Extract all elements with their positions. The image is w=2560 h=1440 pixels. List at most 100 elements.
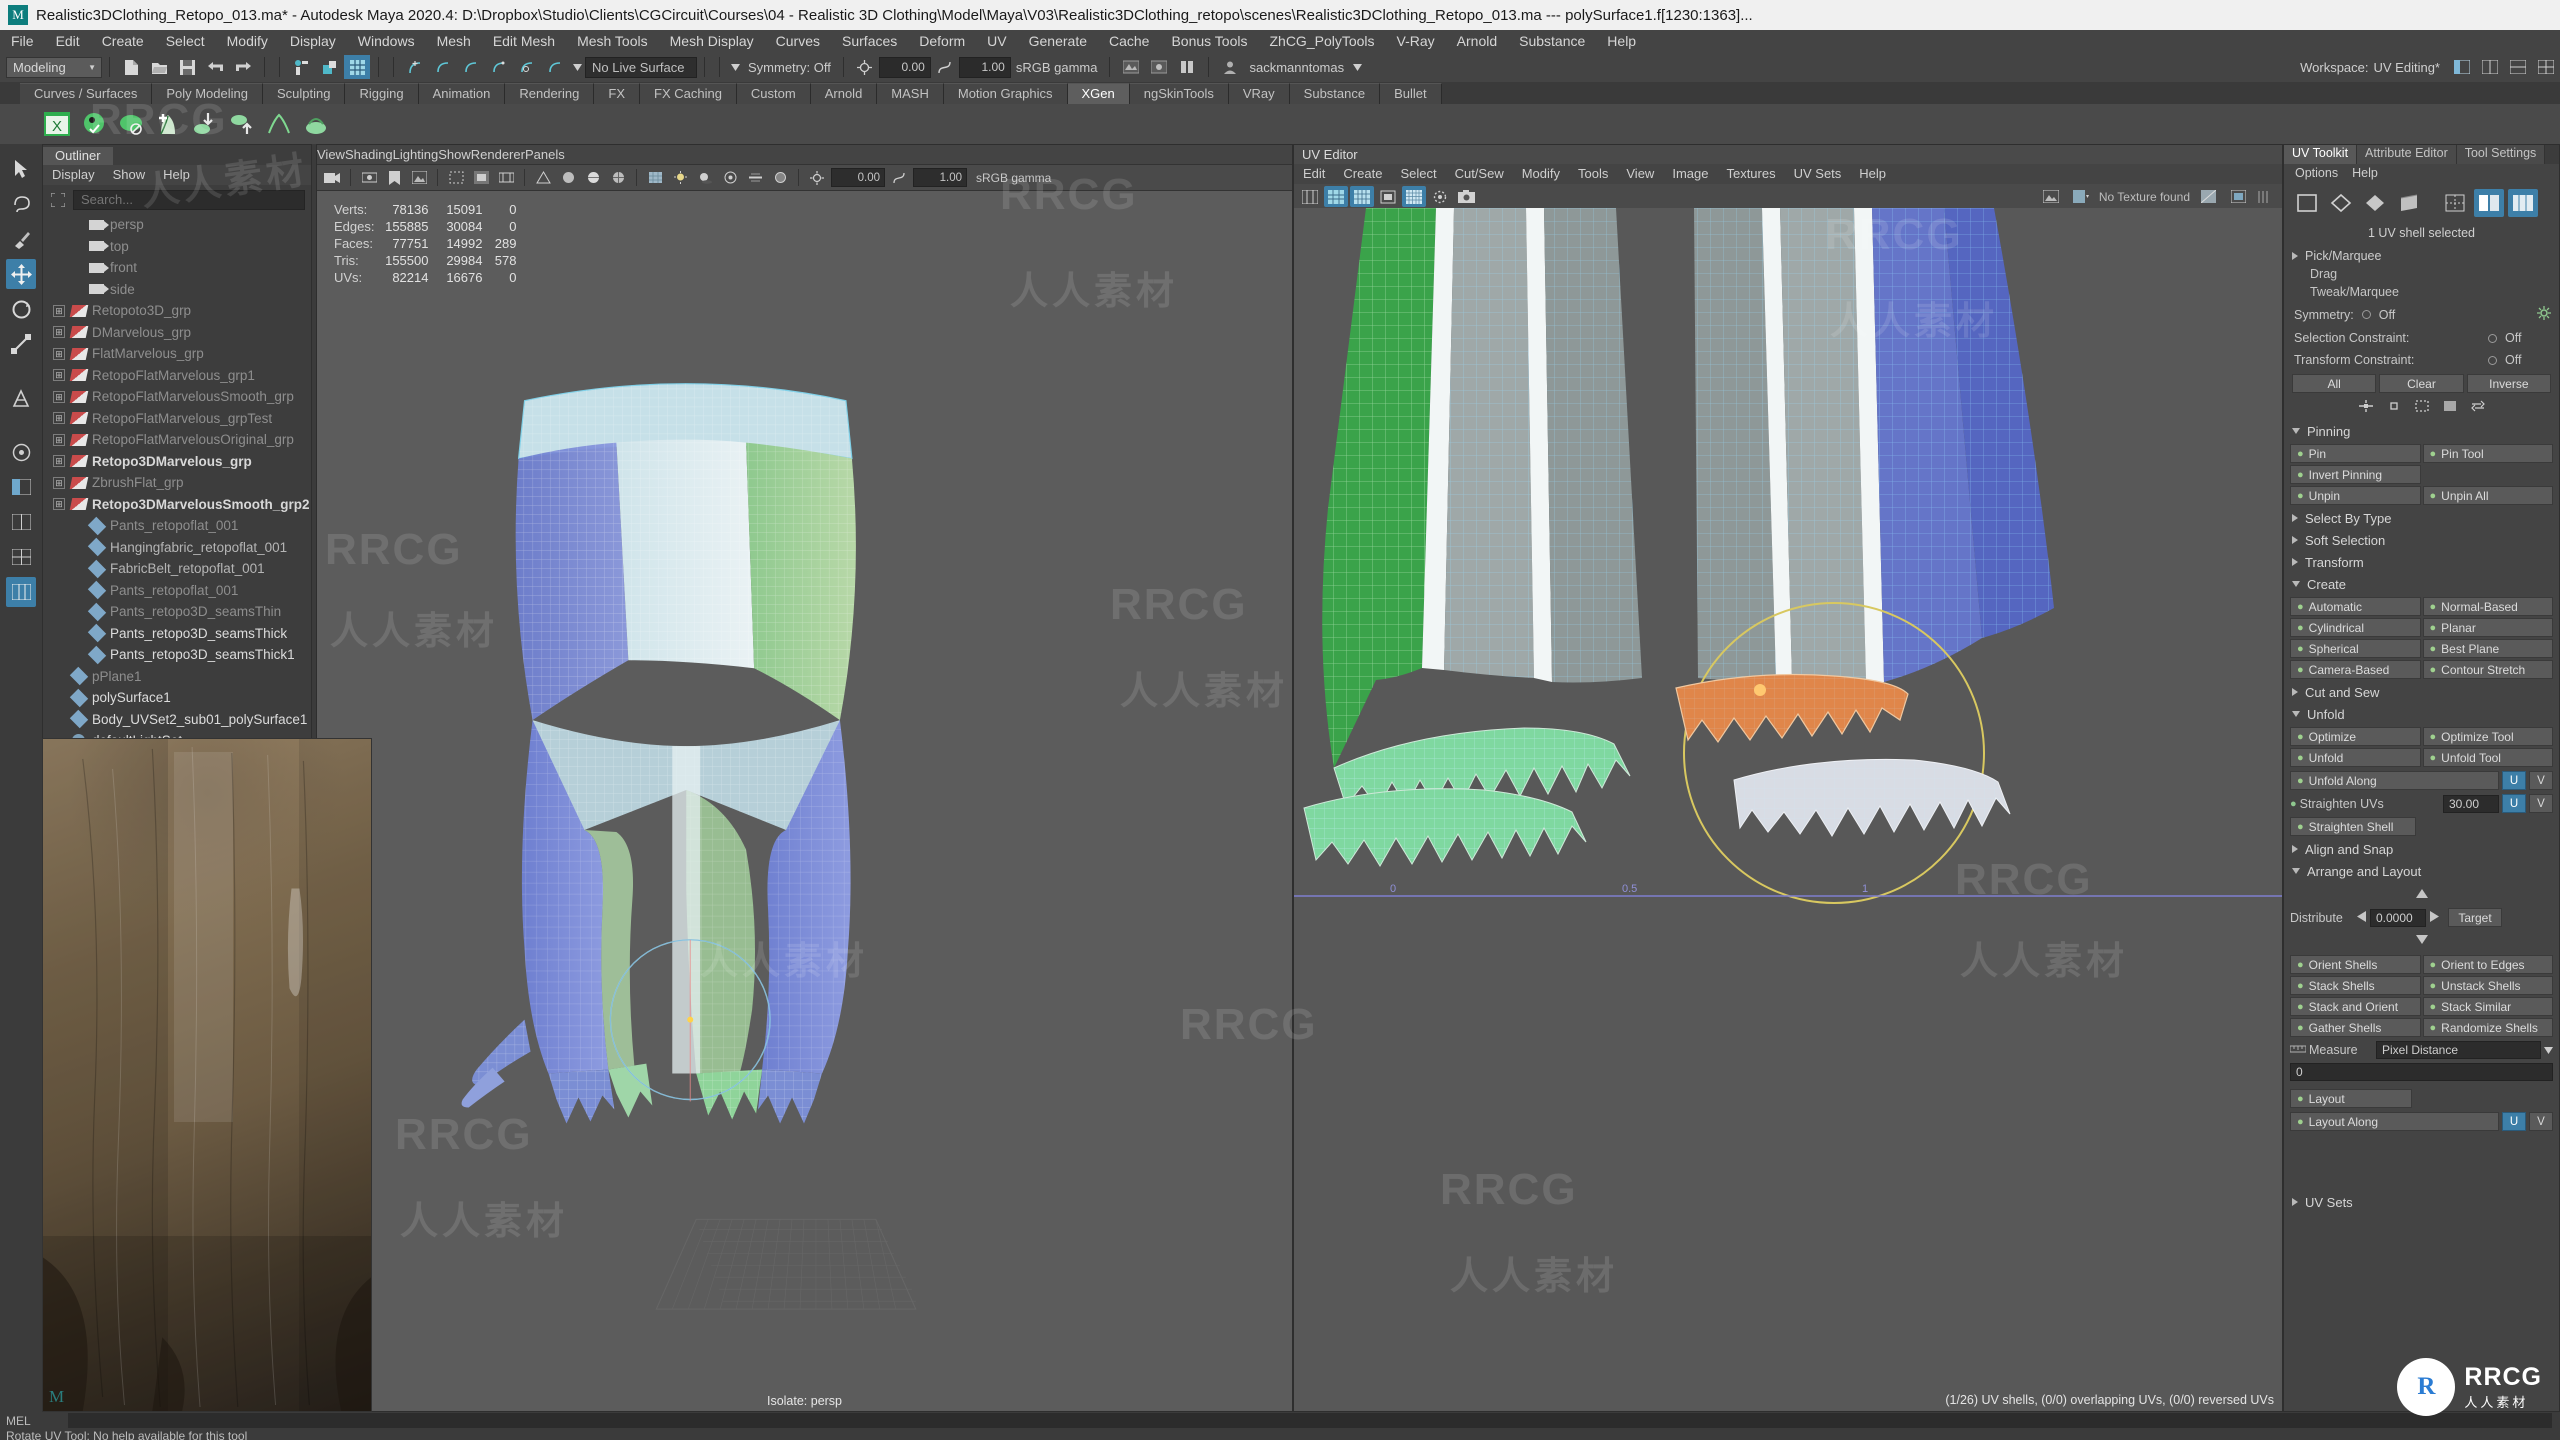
straighten-uvs-value[interactable]: 30.00 [2443, 794, 2499, 813]
uv-menu-modify[interactable]: Modify [1513, 164, 1569, 184]
bookmarks-icon[interactable] [383, 167, 405, 188]
shelf-tab-rigging[interactable]: Rigging [345, 83, 419, 104]
symmetry-chevron-icon[interactable] [728, 55, 742, 79]
search-filter-icon[interactable] [49, 191, 67, 209]
uv-toolkit-tab-attribute-editor[interactable]: Attribute Editor [2357, 145, 2457, 164]
menu-item-bonus-tools[interactable]: Bonus Tools [1160, 30, 1258, 52]
view-axis-icon[interactable] [6, 437, 36, 467]
distribute-value[interactable]: 0.0000 [2370, 908, 2426, 927]
unfold-along-u-button[interactable]: U [2502, 771, 2526, 790]
outliner-item[interactable]: ⊞ RetopoFlatMarvelous_grpTest [43, 408, 311, 430]
uv-sets-expand-icon[interactable] [2292, 1198, 2298, 1206]
normal-based-button[interactable]: ● Normal-Based [2422, 597, 2553, 616]
xgen-disable-icon[interactable] [116, 109, 146, 139]
uv-panel-resize-handle[interactable] [2256, 190, 2274, 204]
distribute-down-icon[interactable] [2415, 931, 2429, 949]
shelf-tab-custom[interactable]: Custom [736, 83, 811, 104]
stack-and-orient-button[interactable]: ● Stack and Orient [2290, 997, 2421, 1016]
pick-marquee-arrow-icon[interactable] [2292, 251, 2298, 260]
menu-item-edit[interactable]: Edit [45, 30, 91, 52]
viewport-menu-panels[interactable]: Panels [525, 147, 565, 162]
soft-selection-expand-icon[interactable] [2292, 536, 2298, 544]
viewport-canvas[interactable]: Verts: 78136 15091 0 Edges: 155885 30084 0 Faces… [317, 191, 1292, 1411]
shelf-tab-poly-modeling[interactable]: Poly Modeling [152, 83, 263, 104]
select-component-icon[interactable] [344, 55, 370, 79]
shelf-tab-fx-caching[interactable]: FX Caching [640, 83, 737, 104]
cut-and-sew-expand-icon[interactable] [2292, 688, 2298, 696]
unfold-button[interactable]: ● Unfold [2290, 748, 2421, 767]
shelf-tab-substance[interactable]: Substance [1289, 83, 1381, 104]
select-tool-icon[interactable] [6, 154, 36, 184]
shadows-icon[interactable] [694, 167, 716, 188]
smooth-shade-all-icon[interactable] [582, 167, 604, 188]
outliner-item[interactable]: Pants_retopoflat_001 [43, 515, 311, 537]
expand-toggle-icon[interactable]: ⊞ [53, 347, 65, 360]
select-object-icon[interactable] [316, 55, 342, 79]
shelf-tab-animation[interactable]: Animation [418, 83, 506, 104]
uv-toolkit-menu-help[interactable]: Help [2345, 166, 2385, 180]
xgen-preview-icon[interactable] [79, 109, 109, 139]
menu-item-curves[interactable]: Curves [765, 30, 831, 52]
uv-menu-uv-sets[interactable]: UV Sets [1785, 164, 1851, 184]
layout-button[interactable]: ● Layout [2290, 1089, 2412, 1108]
command-line-mel-label[interactable]: MEL [6, 1414, 60, 1428]
uv-grid-icon[interactable] [1402, 186, 1426, 207]
measure-number[interactable]: 0 [2290, 1063, 2553, 1081]
layout-two-icon[interactable] [6, 507, 36, 537]
uv-menu-tools[interactable]: Tools [1569, 164, 1617, 184]
convert-selection-icon[interactable] [2470, 399, 2485, 417]
camera-based-button[interactable]: ● Camera-Based [2290, 660, 2421, 679]
camera-attributes-icon[interactable] [358, 167, 380, 188]
uv-image-range-icon[interactable] [2039, 186, 2063, 207]
outliner-item[interactable]: pPlane1 [43, 666, 311, 688]
expand-toggle-icon[interactable]: ⊞ [53, 498, 65, 511]
outliner-item[interactable]: ⊞ Retopoto3D_grp [43, 300, 311, 322]
shelf-tab-vray[interactable]: VRay [1228, 83, 1290, 104]
xgen-export-icon[interactable] [190, 109, 220, 139]
snap-projectcenter-icon[interactable] [486, 55, 512, 79]
stack-similar-button[interactable]: ● Stack Similar [2422, 997, 2553, 1016]
render-settings-icon[interactable] [1174, 55, 1200, 79]
outliner-item[interactable]: Pants_retopo3D_seamsThick [43, 623, 311, 645]
move-tool-icon[interactable] [6, 259, 36, 289]
menu-item-mesh-tools[interactable]: Mesh Tools [566, 30, 659, 52]
command-line-input[interactable] [68, 1413, 2552, 1428]
xgen-guide-icon[interactable] [264, 109, 294, 139]
section-cut-and-sew[interactable]: Cut and Sew [2284, 681, 2559, 703]
open-scene-icon[interactable] [146, 55, 172, 79]
transform-constraint-radio-icon[interactable] [2488, 355, 2497, 365]
uv-mode-uv-icon[interactable] [2326, 189, 2356, 217]
uv-menu-textures[interactable]: Textures [1717, 164, 1784, 184]
symmetry-gear-icon[interactable] [2537, 306, 2551, 323]
unpin-button[interactable]: ● Unpin [2290, 486, 2421, 505]
expand-toggle-icon[interactable]: ⊞ [53, 455, 65, 468]
exposure-viewport-icon[interactable] [806, 167, 828, 188]
live-surface-field[interactable]: No Live Surface [585, 56, 697, 78]
straighten-u-button[interactable]: U [2502, 794, 2526, 813]
uv-shade-uvs-icon[interactable] [1350, 186, 1374, 207]
outliner-menu-help[interactable]: Help [154, 165, 199, 185]
uv-dim-images-icon[interactable] [2196, 186, 2220, 207]
make-live-icon[interactable] [542, 55, 568, 79]
xgen-spreadsheet-icon[interactable]: X [42, 109, 72, 139]
uv-menu-help[interactable]: Help [1850, 164, 1895, 184]
shelf-tab-ngskintools[interactable]: ngSkinTools [1129, 83, 1229, 104]
uv-shell-mode-icon[interactable] [2440, 189, 2470, 217]
viewport-gamma-value[interactable]: 1.00 [913, 168, 967, 187]
viewport-menu-lighting[interactable]: Lighting [393, 147, 439, 162]
transform-constraint-value[interactable]: Off [2505, 353, 2551, 367]
render-user-icon[interactable] [1217, 55, 1243, 79]
menu-item-zhcg-polytools[interactable]: ZhCG_PolyTools [1258, 30, 1385, 52]
workspace-panel-icon-3[interactable] [2505, 55, 2531, 79]
section-pinning[interactable]: Pinning [2284, 420, 2559, 442]
spherical-button[interactable]: ● Spherical [2290, 639, 2421, 658]
xgen-groom-icon[interactable] [301, 109, 331, 139]
section-align-and-snap[interactable]: Align and Snap [2284, 838, 2559, 860]
uv-mode-edge-icon[interactable] [2360, 189, 2390, 217]
user-chevron-icon[interactable] [1350, 55, 1364, 79]
outliner-item[interactable]: side [43, 279, 311, 301]
orient-to-edges-button[interactable]: ● Orient to Edges [2422, 955, 2553, 974]
uv-menu-view[interactable]: View [1617, 164, 1663, 184]
xgen-import-icon[interactable] [227, 109, 257, 139]
menu-item-windows[interactable]: Windows [347, 30, 426, 52]
